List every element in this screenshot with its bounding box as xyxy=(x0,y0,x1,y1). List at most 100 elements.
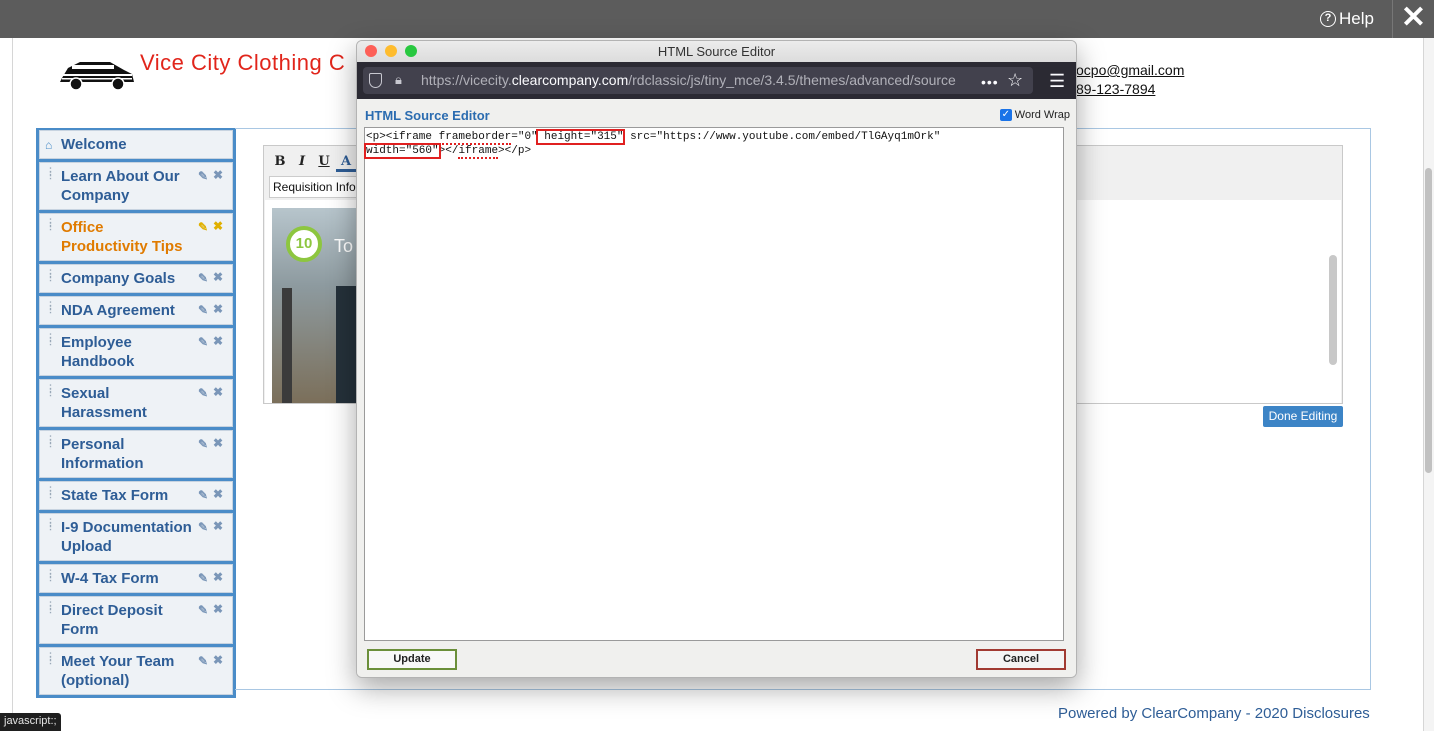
help-label: Help xyxy=(1339,9,1374,28)
video-thumbnail[interactable]: 10 To xyxy=(272,208,358,403)
checkbox-checked-icon[interactable]: ✓ xyxy=(999,109,1012,121)
sidebar-item-employee-handbook[interactable]: ⋮ ⋮ Employee Handbook ✎ ✖ xyxy=(39,328,233,376)
page-scroll-thumb[interactable] xyxy=(1425,168,1432,473)
delete-icon[interactable]: ✖ xyxy=(213,268,223,287)
text-color-button[interactable]: A xyxy=(336,152,356,172)
home-icon: ⌂ xyxy=(45,138,53,152)
html-source-textarea[interactable]: <p><iframe frameborder="0" height="315" … xyxy=(364,127,1064,641)
lock-icon[interactable]: 🔒︎ xyxy=(395,72,402,88)
window-titlebar[interactable]: HTML Source Editor xyxy=(357,41,1076,62)
pencil-icon[interactable]: ✎ xyxy=(198,167,208,186)
delete-icon[interactable]: ✖ xyxy=(213,517,223,536)
drag-handle-icon[interactable]: ⋮ ⋮ xyxy=(46,333,55,346)
delete-icon[interactable]: ✖ xyxy=(213,568,223,587)
drag-handle-icon[interactable]: ⋮ ⋮ xyxy=(46,167,55,180)
drag-handle-icon[interactable]: ⋮ ⋮ xyxy=(46,569,55,582)
pencil-icon[interactable]: ✎ xyxy=(198,384,208,403)
sidebar-item-direct-deposit-form[interactable]: ⋮ ⋮ Direct Deposit Form ✎ ✖ xyxy=(39,596,233,644)
sidebar-item-label: Personal Information xyxy=(61,436,144,472)
window-title: HTML Source Editor xyxy=(657,44,776,59)
code-token: ></ xyxy=(438,145,459,157)
drag-handle-icon[interactable]: ⋮ ⋮ xyxy=(46,486,55,499)
contact-email[interactable]: ocpo@gmail.com xyxy=(1076,62,1184,78)
sidebar-item-company-goals[interactable]: ⋮ ⋮ Company Goals ✎ ✖ xyxy=(39,264,233,293)
update-button[interactable]: Update xyxy=(367,649,457,670)
delete-icon[interactable]: ✖ xyxy=(213,485,223,504)
delete-icon[interactable]: ✖ xyxy=(213,651,223,670)
underline-button[interactable]: U xyxy=(314,152,334,172)
sidebar-item-w4-tax-form[interactable]: ⋮ ⋮ W-4 Tax Form ✎ ✖ xyxy=(39,564,233,593)
page-scrollbar[interactable] xyxy=(1424,38,1434,731)
car-logo-icon xyxy=(60,62,134,91)
sidebar-item-office-productivity-tips[interactable]: ⋮ ⋮ Office Productivity Tips ✎ ✖ xyxy=(39,213,233,261)
drag-handle-icon[interactable]: ⋮ ⋮ xyxy=(46,301,55,314)
help-link[interactable]: ? Help xyxy=(1320,9,1374,29)
hamburger-menu-icon[interactable]: ☰ xyxy=(1049,71,1065,92)
close-icon[interactable]: ✕ xyxy=(1392,0,1434,38)
pencil-icon[interactable]: ✎ xyxy=(198,486,208,505)
delete-icon[interactable]: ✖ xyxy=(213,383,223,402)
contact-phone[interactable]: 89-123-7894 xyxy=(1076,81,1155,97)
bookmark-star-icon[interactable]: ☆ xyxy=(1007,70,1023,91)
shield-icon[interactable] xyxy=(369,73,382,88)
pencil-icon[interactable]: ✎ xyxy=(198,333,208,352)
delete-icon[interactable]: ✖ xyxy=(213,166,223,185)
pencil-icon[interactable]: ✎ xyxy=(198,218,208,237)
pencil-icon[interactable]: ✎ xyxy=(198,301,208,320)
pencil-icon[interactable]: ✎ xyxy=(198,652,208,671)
sidebar-item-personal-information[interactable]: ⋮ ⋮ Personal Information ✎ ✖ xyxy=(39,430,233,478)
maximize-window-icon[interactable] xyxy=(405,45,417,57)
browser-url-bar: https://vicecity.clearcompany.com/rdclas… xyxy=(357,62,1076,99)
editor-toolbar: B I U A xyxy=(270,152,356,174)
drag-handle-icon[interactable]: ⋮ ⋮ xyxy=(46,269,55,282)
done-editing-button[interactable]: Done Editing xyxy=(1263,406,1343,427)
sidebar-item-state-tax-form[interactable]: ⋮ ⋮ State Tax Form ✎ ✖ xyxy=(39,481,233,510)
minimize-window-icon[interactable] xyxy=(385,45,397,57)
delete-icon[interactable]: ✖ xyxy=(213,434,223,453)
sidebar-item-nda-agreement[interactable]: ⋮ ⋮ NDA Agreement ✎ ✖ xyxy=(39,296,233,325)
delete-icon[interactable]: ✖ xyxy=(213,217,223,236)
delete-icon[interactable]: ✖ xyxy=(213,600,223,619)
sidebar-item-label: NDA Agreement xyxy=(61,302,175,319)
drag-handle-icon[interactable]: ⋮ ⋮ xyxy=(46,218,55,231)
drag-handle-icon[interactable]: ⋮ ⋮ xyxy=(46,435,55,448)
code-token: <p>< xyxy=(366,131,393,143)
sidebar-item-label: I-9 Documentation Upload xyxy=(61,519,192,555)
sidebar-item-meet-your-team[interactable]: ⋮ ⋮ Meet Your Team (optional) ✎ ✖ xyxy=(39,647,233,695)
bold-button[interactable]: B xyxy=(270,152,290,172)
code-token: iframe xyxy=(458,145,499,159)
editor-scrollbar[interactable] xyxy=(1329,255,1337,365)
onboarding-sidebar: ⌂ Welcome ⋮ ⋮ Learn About Our Company ✎ ✖… xyxy=(36,128,236,698)
video-frame-shape xyxy=(336,286,358,403)
close-window-icon[interactable] xyxy=(365,45,377,57)
pencil-icon[interactable]: ✎ xyxy=(198,269,208,288)
delete-icon[interactable]: ✖ xyxy=(213,300,223,319)
sidebar-item-learn-about-company[interactable]: ⋮ ⋮ Learn About Our Company ✎ ✖ xyxy=(39,162,233,210)
sidebar-item-label: Direct Deposit Form xyxy=(61,602,163,638)
delete-icon[interactable]: ✖ xyxy=(213,332,223,351)
company-name: Vice City Clothing C xyxy=(140,50,346,75)
pencil-icon[interactable]: ✎ xyxy=(198,569,208,588)
powered-by-link[interactable]: Powered by ClearCompany - 2020 Disclosur… xyxy=(1058,705,1370,722)
drag-handle-icon[interactable]: ⋮ ⋮ xyxy=(46,601,55,614)
code-line: width="560"></iframe></p> xyxy=(364,143,1063,159)
sidebar-item-i9-upload[interactable]: ⋮ ⋮ I-9 Documentation Upload ✎ ✖ xyxy=(39,513,233,561)
italic-button[interactable]: I xyxy=(292,152,312,172)
more-actions-icon[interactable]: ••• xyxy=(981,74,999,90)
url-domain: clearcompany.com xyxy=(511,72,629,88)
drag-handle-icon[interactable]: ⋮ ⋮ xyxy=(46,518,55,531)
drag-handle-icon[interactable]: ⋮ ⋮ xyxy=(46,384,55,397)
drag-handle-icon[interactable]: ⋮ ⋮ xyxy=(46,652,55,665)
pencil-icon[interactable]: ✎ xyxy=(198,435,208,454)
sidebar-item-welcome[interactable]: ⌂ Welcome xyxy=(39,130,233,159)
cancel-button[interactable]: Cancel xyxy=(976,649,1066,670)
pencil-icon[interactable]: ✎ xyxy=(198,601,208,620)
sidebar-item-label: Welcome xyxy=(61,136,127,153)
word-wrap-toggle[interactable]: ✓ Word Wrap xyxy=(999,109,1070,121)
template-select[interactable]: Requisition Info xyxy=(269,176,359,198)
sidebar-item-sexual-harassment[interactable]: ⋮ ⋮ Sexual Harassment ✎ ✖ xyxy=(39,379,233,427)
width-attribute-highlight: width="560" xyxy=(364,143,441,159)
code-token: frameborder xyxy=(438,131,512,145)
pencil-icon[interactable]: ✎ xyxy=(198,518,208,537)
url-field[interactable]: https://vicecity.clearcompany.com/rdclas… xyxy=(363,67,1033,94)
